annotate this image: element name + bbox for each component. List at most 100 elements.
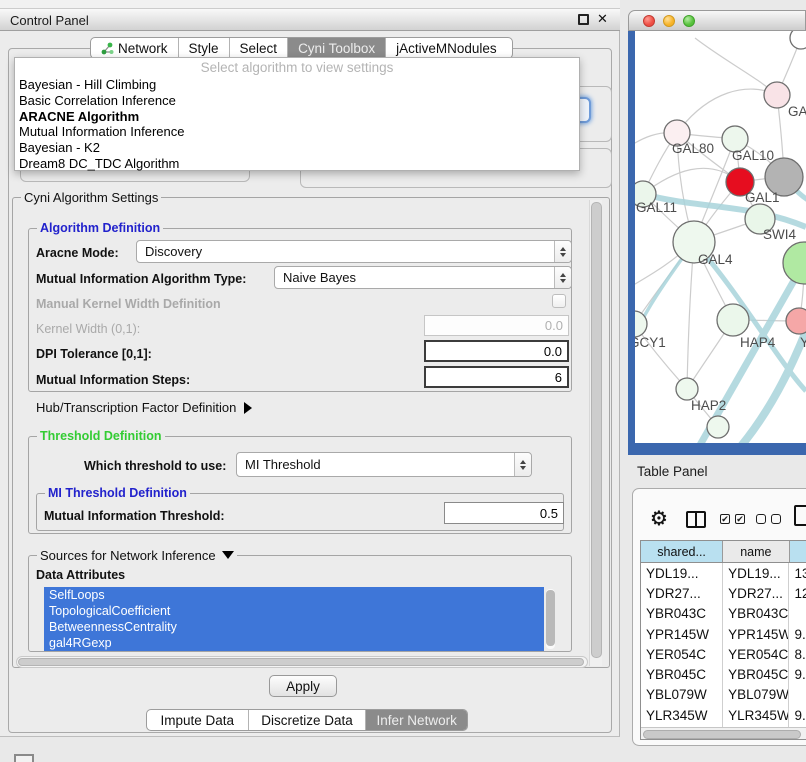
kernel-width-input[interactable]: 0.0 (424, 315, 569, 336)
tab-network[interactable]: Network (91, 38, 179, 58)
table-row[interactable]: YLR345W YLR345W 9. (641, 705, 806, 725)
unchecked-box-icon[interactable] (756, 514, 766, 524)
table-row[interactable]: YDL19... YDL19... 13 (641, 563, 806, 583)
tab-jactivemnodules[interactable]: jActiveMNodules (386, 38, 507, 58)
attribute-item-selected[interactable]: SelfLoops (44, 587, 544, 603)
which-threshold-select[interactable]: MI Threshold (236, 452, 532, 477)
algorithm-option[interactable]: Bayesian - Hill Climbing (15, 77, 579, 93)
tab-label: Select (240, 41, 278, 56)
node-green-bright[interactable] (783, 242, 806, 284)
node-table[interactable]: shared... name A YDL19... YDL19... 13 YD… (640, 540, 806, 740)
algorithm-option[interactable]: Mutual Information Inference (15, 124, 579, 140)
network-graph[interactable]: GAL7 GAL80 GAL10 GAL1 GAL11 SWI4 GAL4 GC… (635, 31, 806, 443)
data-attributes-list[interactable]: SelfLoops TopologicalCoefficient Between… (44, 587, 544, 651)
node-pink[interactable] (786, 308, 806, 334)
cell: YER054C (641, 644, 723, 664)
tab-select[interactable]: Select (230, 38, 289, 58)
cell: YLR345W (641, 705, 723, 725)
tab-style[interactable]: Style (179, 38, 230, 58)
node-label: GAL7 (788, 104, 806, 119)
checked-box-icon[interactable]: ✔ (720, 514, 730, 524)
network-canvas[interactable]: GAL7 GAL80 GAL10 GAL1 GAL11 SWI4 GAL4 GC… (628, 31, 806, 455)
table-row[interactable]: YPR145W YPR145W 9. (641, 624, 806, 644)
network-window-titlebar[interactable] (628, 10, 806, 31)
maximize-traffic-icon[interactable] (683, 15, 695, 27)
control-panel-titlebar[interactable]: Control Panel ✕ (0, 8, 620, 31)
float-icon[interactable] (578, 14, 589, 25)
tab-label: jActiveMNodules (396, 41, 497, 56)
close-traffic-icon[interactable] (643, 15, 655, 27)
tab-cyni-toolbox[interactable]: Cyni Toolbox (288, 38, 386, 58)
attribute-item-selected[interactable]: gal4RGexp (44, 635, 544, 651)
cell: YBL079W (723, 685, 789, 705)
cell: 13 (789, 563, 806, 583)
minimize-traffic-icon[interactable] (663, 15, 675, 27)
algorithm-option[interactable]: Bayesian - K2 (15, 140, 579, 156)
control-panel-tabs: Network Style Select Cyni Toolbox jActiv… (90, 37, 513, 59)
table-row[interactable]: YDR27... YDR27... 12 (641, 583, 806, 603)
node-hap2[interactable] (676, 378, 698, 400)
network-view-window[interactable]: GAL7 GAL80 GAL10 GAL1 GAL11 SWI4 GAL4 GC… (628, 10, 806, 455)
table-row[interactable]: YBL079W YBL079W (641, 685, 806, 705)
mi-type-select[interactable]: Naive Bayes (274, 266, 572, 289)
column-header-name[interactable]: name (723, 541, 789, 562)
node-gal7[interactable] (764, 82, 790, 108)
table-row[interactable]: YBR045C YBR045C 9. (641, 664, 806, 684)
unchecked-box-icon[interactable] (771, 514, 781, 524)
cell: YDL19... (723, 563, 789, 583)
column-header-shared-name[interactable]: shared... (641, 541, 723, 562)
attribute-item-selected[interactable]: TopologicalCoefficient (44, 603, 544, 619)
table-header-row: shared... name A (641, 541, 806, 563)
manual-kernel-checkbox[interactable] (552, 294, 566, 308)
mi-threshold-input[interactable]: 0.5 (444, 502, 564, 524)
table-row[interactable]: YBR043C YBR043C (641, 604, 806, 624)
sources-title-text: Sources for Network Inference (40, 548, 216, 563)
node-label: Y (800, 335, 806, 350)
node-label: GCY1 (635, 335, 666, 350)
algorithm-option-selected[interactable]: ARACNE Algorithm (15, 109, 579, 125)
split-view-icon[interactable] (686, 511, 706, 528)
tab-label: Discretize Data (261, 713, 353, 728)
node-unlabeled[interactable] (790, 31, 806, 49)
cell (789, 604, 806, 624)
apply-button[interactable]: Apply (269, 675, 337, 697)
column-header-clipped[interactable]: A (790, 541, 806, 562)
algorithm-option[interactable]: Basic Correlation Inference (15, 93, 579, 109)
document-icon[interactable] (794, 505, 806, 526)
collapse-arrow-icon (222, 551, 234, 559)
mi-steps-input[interactable]: 6 (424, 366, 569, 388)
close-icon[interactable]: ✕ (597, 11, 608, 27)
attribute-list-scrollbar[interactable] (546, 589, 555, 649)
node-hap4[interactable] (717, 304, 749, 336)
cell: YDR27... (641, 583, 723, 603)
tab-discretize-data[interactable]: Discretize Data (249, 710, 367, 730)
node-unlabeled[interactable] (707, 416, 729, 438)
settings-vertical-scrollbar[interactable] (589, 200, 602, 666)
cell: YBR045C (641, 664, 723, 684)
gear-icon[interactable]: ⚙ (650, 506, 668, 530)
aracne-mode-select[interactable]: Discovery (136, 240, 572, 263)
mi-steps-label: Mutual Information Steps: (36, 373, 190, 387)
checked-box-icon[interactable]: ✔ (735, 514, 745, 524)
table-row[interactable]: YER054C YER054C 8. (641, 644, 806, 664)
tab-infer-network[interactable]: Infer Network (366, 710, 467, 730)
attribute-item-selected[interactable]: BetweennessCentrality (44, 619, 544, 635)
mi-steps-value: 6 (555, 370, 562, 385)
hub-definition-expander[interactable]: Hub/Transcription Factor Definition (36, 400, 252, 415)
bottom-tabs: Impute Data Discretize Data Infer Networ… (146, 709, 468, 731)
node-label: GAL1 (745, 190, 780, 205)
algorithm-option[interactable]: Dream8 DC_TDC Algorithm (15, 156, 579, 172)
aracne-mode-label: Aracne Mode: (36, 246, 119, 260)
node-label: HAP2 (691, 398, 726, 413)
dpi-tolerance-input[interactable]: 0.0 (424, 340, 569, 362)
cell: 9. (789, 624, 806, 644)
algorithm-dropdown-popup: Select algorithm to view settings Bayesi… (14, 57, 580, 171)
collapsed-panel-icon[interactable] (14, 754, 34, 762)
node-label: GAL4 (698, 252, 733, 267)
network-icon (101, 42, 114, 55)
sources-title[interactable]: Sources for Network Inference (37, 548, 237, 563)
table-horizontal-scrollbar[interactable] (641, 727, 806, 739)
screen: Control Panel ✕ Network Style Select Cyn… (0, 0, 806, 762)
settings-horizontal-scrollbar[interactable] (16, 656, 588, 668)
tab-impute-data[interactable]: Impute Data (147, 710, 249, 730)
